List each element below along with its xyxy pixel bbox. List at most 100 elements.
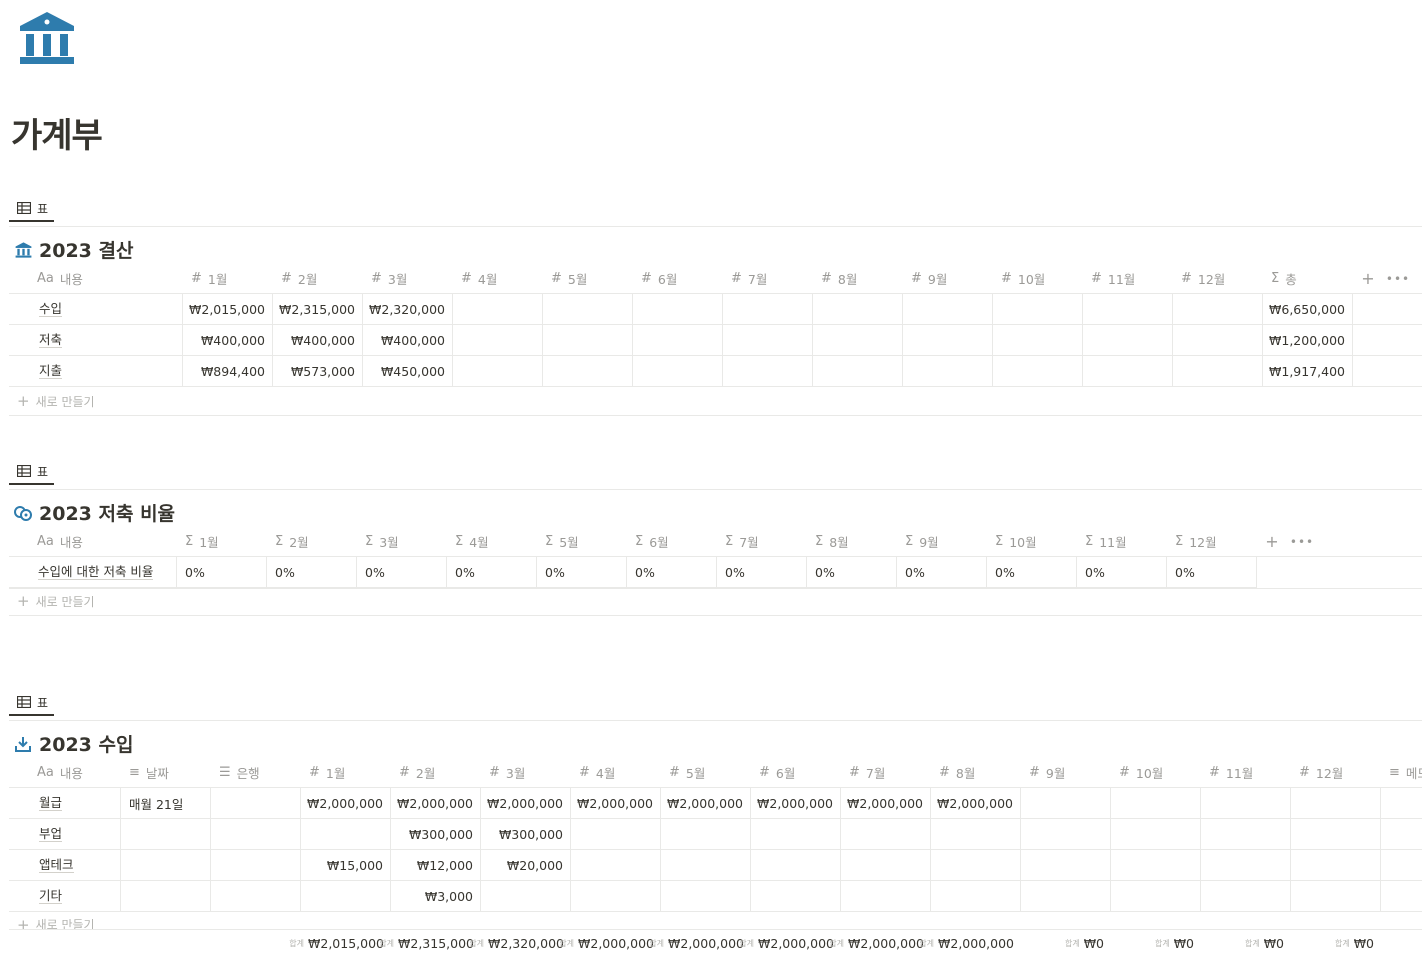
table-row[interactable]: 월급 매월 21일 ₩2,000,000 ₩2,000,000 ₩2,000,0…: [9, 788, 1422, 819]
number-cell[interactable]: [1111, 881, 1201, 911]
column-header-month[interactable]: #12월: [1173, 263, 1263, 294]
column-header-month[interactable]: #2월: [273, 263, 363, 294]
number-cell[interactable]: [931, 881, 1021, 911]
column-header-month[interactable]: #6월: [751, 757, 841, 788]
formula-cell[interactable]: 0%: [447, 557, 537, 587]
number-cell[interactable]: [1111, 850, 1201, 880]
column-header-month[interactable]: Σ 1월: [177, 526, 267, 557]
number-cell[interactable]: [813, 294, 903, 324]
table-row[interactable]: 기타 ₩3,000: [9, 881, 1422, 912]
column-header-month[interactable]: Σ 5월: [537, 526, 627, 557]
number-cell[interactable]: [841, 850, 931, 880]
number-cell[interactable]: ₩2,320,000: [363, 294, 453, 324]
column-header-month[interactable]: #5월: [661, 757, 751, 788]
bank-cell[interactable]: [211, 850, 301, 880]
column-header-month[interactable]: #8월: [931, 757, 1021, 788]
number-cell[interactable]: [1173, 325, 1263, 355]
column-header-month[interactable]: #1월: [301, 757, 391, 788]
column-header-month[interactable]: Σ 7월: [717, 526, 807, 557]
bank-cell[interactable]: [211, 788, 301, 818]
column-header-month[interactable]: #6월: [633, 263, 723, 294]
number-cell[interactable]: [993, 356, 1083, 386]
number-cell[interactable]: [661, 881, 751, 911]
calc-cell[interactable]: 합계 ₩2,000,000: [829, 930, 931, 953]
row-title[interactable]: 부업: [9, 819, 121, 849]
number-cell[interactable]: ₩400,000: [273, 325, 363, 355]
formula-cell[interactable]: 0%: [357, 557, 447, 587]
number-cell[interactable]: [813, 356, 903, 386]
number-cell[interactable]: [723, 325, 813, 355]
number-cell[interactable]: [453, 356, 543, 386]
column-header-month[interactable]: #7월: [723, 263, 813, 294]
number-cell[interactable]: [931, 819, 1021, 849]
row-title[interactable]: 수입에 대한 저축 비율: [9, 557, 177, 587]
date-cell[interactable]: 매월 21일: [121, 788, 211, 818]
column-header-month[interactable]: #5월: [543, 263, 633, 294]
number-cell[interactable]: [301, 881, 391, 911]
number-cell[interactable]: [723, 294, 813, 324]
calc-cell[interactable]: 합계 ₩2,000,000: [739, 930, 841, 953]
number-cell[interactable]: [993, 325, 1083, 355]
number-cell[interactable]: ₩400,000: [183, 325, 273, 355]
database-title[interactable]: 2023 수입: [13, 730, 133, 757]
page-bank-icon[interactable]: [18, 12, 76, 64]
number-cell[interactable]: [1291, 850, 1381, 880]
number-cell[interactable]: ₩2,000,000: [301, 788, 391, 818]
formula-cell[interactable]: 0%: [537, 557, 627, 587]
column-header-month[interactable]: #9월: [1021, 757, 1111, 788]
number-cell[interactable]: [1201, 881, 1291, 911]
bank-cell[interactable]: [211, 819, 301, 849]
column-header-month[interactable]: Σ 11월: [1077, 526, 1167, 557]
number-cell[interactable]: ₩12,000: [391, 850, 481, 880]
calc-cell[interactable]: 합계 ₩2,015,000: [289, 930, 391, 953]
formula-cell[interactable]: 0%: [177, 557, 267, 587]
number-cell[interactable]: ₩15,000: [301, 850, 391, 880]
database-title[interactable]: 2023 결산: [13, 236, 133, 263]
number-cell[interactable]: ₩2,315,000: [273, 294, 363, 324]
new-row-button[interactable]: + 새로 만들기: [9, 387, 1422, 416]
number-cell[interactable]: [1201, 819, 1291, 849]
column-header-month[interactable]: #10월: [1111, 757, 1201, 788]
row-title[interactable]: 앱테크: [9, 850, 121, 880]
date-cell[interactable]: [121, 881, 211, 911]
number-cell[interactable]: [453, 294, 543, 324]
number-cell[interactable]: [571, 881, 661, 911]
number-cell[interactable]: ₩894,400: [183, 356, 273, 386]
formula-cell[interactable]: 0%: [807, 557, 897, 587]
number-cell[interactable]: ₩2,000,000: [661, 788, 751, 818]
number-cell[interactable]: ₩2,015,000: [183, 294, 273, 324]
total-cell[interactable]: ₩1,200,000: [1263, 325, 1353, 355]
number-cell[interactable]: ₩573,000: [273, 356, 363, 386]
column-header-month[interactable]: #11월: [1201, 757, 1291, 788]
column-header-date[interactable]: ≡ 날짜: [121, 757, 211, 788]
row-title[interactable]: 저축: [9, 325, 183, 355]
number-cell[interactable]: [903, 325, 993, 355]
column-header-month[interactable]: #2월: [391, 757, 481, 788]
column-header-month[interactable]: #8월: [813, 263, 903, 294]
number-cell[interactable]: [841, 881, 931, 911]
column-header-memo[interactable]: ≡ 메모: [1381, 757, 1422, 788]
column-header-month[interactable]: Σ 9월: [897, 526, 987, 557]
calc-cell[interactable]: 합계 ₩0: [1111, 930, 1201, 953]
number-cell[interactable]: [661, 850, 751, 880]
column-header-month[interactable]: Σ 6월: [627, 526, 717, 557]
number-cell[interactable]: [993, 294, 1083, 324]
formula-cell[interactable]: 0%: [627, 557, 717, 587]
new-row-button[interactable]: + 새로 만들기: [9, 587, 1422, 616]
formula-cell[interactable]: 0%: [267, 557, 357, 587]
column-header-month[interactable]: #3월: [363, 263, 453, 294]
column-header-bank[interactable]: ☰ 은행: [211, 757, 301, 788]
number-cell[interactable]: [1083, 356, 1173, 386]
number-cell[interactable]: [931, 850, 1021, 880]
number-cell[interactable]: [751, 819, 841, 849]
formula-cell[interactable]: 0%: [1077, 557, 1167, 587]
number-cell[interactable]: ₩300,000: [391, 819, 481, 849]
column-header-month[interactable]: Σ 3월: [357, 526, 447, 557]
number-cell[interactable]: [1201, 788, 1291, 818]
column-header-month[interactable]: #10월: [993, 263, 1083, 294]
number-cell[interactable]: [543, 325, 633, 355]
view-tab-table[interactable]: 표: [9, 690, 54, 716]
number-cell[interactable]: ₩2,000,000: [391, 788, 481, 818]
database-title[interactable]: 2023 저축 비율: [13, 499, 175, 526]
calc-cell[interactable]: 합계 ₩0: [1201, 930, 1291, 953]
